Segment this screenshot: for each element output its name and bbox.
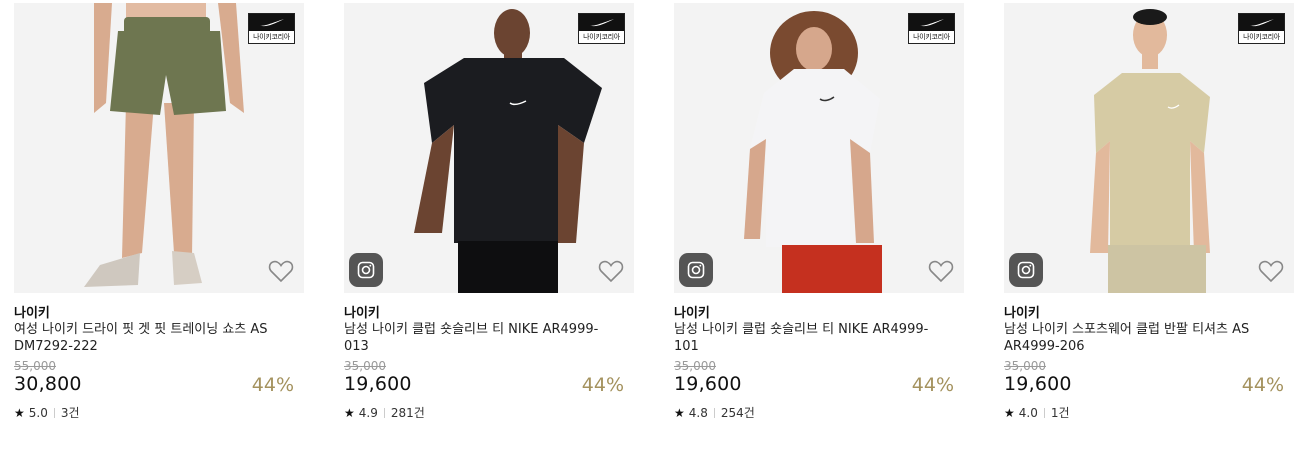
sale-price: 19,600 (344, 373, 412, 395)
badge-label: 나이키코리아 (1243, 33, 1280, 41)
instagram-button[interactable] (679, 253, 713, 287)
brand-badge: 나이키코리아 (248, 13, 295, 44)
review-count: 1건 (1050, 406, 1070, 420)
sale-price: 30,800 (14, 373, 82, 395)
tshirt-photo (414, 9, 602, 293)
instagram-icon (687, 261, 705, 279)
tshirt-photo (744, 11, 882, 293)
rating-value: 4.9 (358, 405, 378, 420)
instagram-button[interactable] (349, 253, 383, 287)
nike-swoosh-icon (919, 19, 944, 27)
brand-name: 나이키 (674, 306, 710, 321)
nike-swoosh-icon (1249, 19, 1274, 27)
shorts-photo (84, 3, 244, 287)
discount-rate: 44% (581, 374, 624, 396)
discount-rate: 44% (1241, 374, 1284, 396)
badge-label: 나이키코리아 (253, 33, 290, 41)
sale-price: 19,600 (1004, 373, 1072, 395)
discount-rate: 44% (911, 374, 954, 396)
review-count: 281건 (390, 406, 425, 420)
rating-row: ★ 4.0 1건 (1004, 404, 1070, 421)
rating-row: ★ 5.0 3건 (14, 404, 80, 421)
divider (713, 407, 715, 418)
star-icon: ★ (1004, 405, 1015, 420)
heart-outline-icon[interactable] (1258, 259, 1284, 283)
heart-outline-icon[interactable] (598, 259, 624, 283)
product-name[interactable]: 남성 나이키 클럽 숏슬리브 티 NIKE AR4999-101 (674, 321, 934, 355)
product-image[interactable]: 나이키코리아 (1004, 3, 1294, 293)
nike-swoosh-icon (259, 19, 284, 27)
product-image[interactable]: 나이키코리아 (344, 3, 634, 293)
star-icon: ★ (14, 405, 25, 420)
heart-outline-icon[interactable] (268, 259, 294, 283)
original-price: 35,000 (344, 359, 386, 373)
sale-price: 19,600 (674, 373, 742, 395)
instagram-button[interactable] (1009, 253, 1043, 287)
brand-name: 나이키 (344, 306, 380, 321)
product-name[interactable]: 남성 나이키 스포츠웨어 클럽 반팔 티셔츠 AS AR4999-206 (1004, 321, 1264, 355)
tshirt-photo (1090, 9, 1210, 293)
rating-row: ★ 4.9 281건 (344, 404, 425, 421)
product-image[interactable]: 나이키코리아 (674, 3, 964, 293)
brand-badge: 나이키코리아 (1238, 13, 1285, 44)
instagram-icon (1017, 261, 1035, 279)
badge-label: 나이키코리아 (913, 33, 950, 41)
brand-badge: 나이키코리아 (578, 13, 625, 44)
rating-value: 5.0 (28, 405, 48, 420)
review-count: 254건 (720, 406, 755, 420)
heart-outline-icon[interactable] (928, 259, 954, 283)
rating-value: 4.0 (1018, 405, 1038, 420)
instagram-icon (357, 261, 375, 279)
review-count: 3건 (60, 406, 80, 420)
nike-swoosh-icon (589, 19, 614, 27)
original-price: 55,000 (14, 359, 56, 373)
star-icon: ★ (344, 405, 355, 420)
badge-label: 나이키코리아 (583, 33, 620, 41)
product-name[interactable]: 여성 나이키 드라이 핏 겟 핏 트레이닝 쇼츠 AS DM7292-222 (14, 321, 274, 355)
original-price: 35,000 (1004, 359, 1046, 373)
rating-value: 4.8 (688, 405, 708, 420)
discount-rate: 44% (251, 374, 294, 396)
brand-name: 나이키 (14, 306, 50, 321)
product-image[interactable]: 나이키코리아 (14, 3, 304, 293)
divider (383, 407, 385, 418)
divider (1043, 407, 1045, 418)
rating-row: ★ 4.8 254건 (674, 404, 755, 421)
brand-badge: 나이키코리아 (908, 13, 955, 44)
product-name[interactable]: 남성 나이키 클럽 숏슬리브 티 NIKE AR4999-013 (344, 321, 604, 355)
divider (53, 407, 55, 418)
brand-name: 나이키 (1004, 306, 1040, 321)
star-icon: ★ (674, 405, 685, 420)
original-price: 35,000 (674, 359, 716, 373)
